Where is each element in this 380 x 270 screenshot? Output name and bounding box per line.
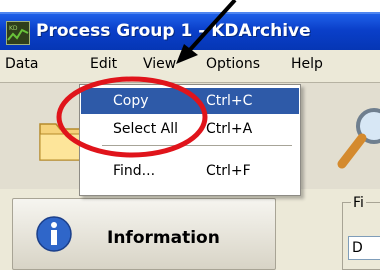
groupbox-label: Fi [351,195,366,211]
information-label: Information [107,228,220,248]
group-field[interactable]: D [348,236,380,260]
info-icon [35,215,73,253]
menu-options[interactable]: Options [206,56,260,72]
menu-separator [102,145,292,147]
menu-help[interactable]: Help [291,56,323,72]
menu-item-copy[interactable]: Copy Ctrl+C [81,88,299,114]
magnifier-icon[interactable] [334,104,380,174]
menu-item-label: Copy [113,93,149,109]
menu-bar: Data Edit View Options Help [0,50,380,78]
menu-item-select-all[interactable]: Select All Ctrl+A [81,116,299,142]
window-title: Process Group 1 - KDArchive [36,21,311,41]
menu-item-label: Find... [113,163,156,179]
menu-item-label: Select All [113,121,178,137]
svg-text:KD: KD [9,25,18,32]
menu-data[interactable]: Data [5,56,38,72]
menu-item-find[interactable]: Find... Ctrl+F [81,158,299,184]
menu-item-shortcut: Ctrl+C [206,93,253,109]
menu-item-shortcut: Ctrl+A [206,121,253,137]
information-panel[interactable]: Information [12,198,276,270]
menu-item-shortcut: Ctrl+F [206,163,251,179]
screenshot: KD Process Group 1 - KDArchive Data Edit… [0,0,380,270]
edit-dropdown-menu: Copy Ctrl+C Select All Ctrl+A Find... Ct… [79,84,301,196]
menu-view[interactable]: View [143,56,176,72]
menu-edit[interactable]: Edit [90,56,117,72]
title-bar[interactable]: KD Process Group 1 - KDArchive [0,12,380,50]
app-icon: KD [6,21,30,45]
